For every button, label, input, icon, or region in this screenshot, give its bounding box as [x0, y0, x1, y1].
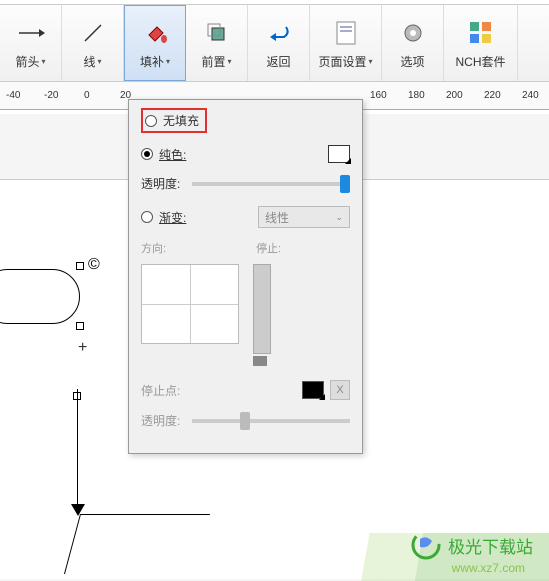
slider-thumb[interactable]: [240, 412, 250, 430]
chevron-down-icon: ▾: [369, 57, 373, 66]
stop-opacity-row: 透明度:: [141, 412, 350, 429]
gradient-type-combo[interactable]: 线性 ⌄: [258, 206, 350, 228]
opacity2-label: 透明度:: [141, 412, 180, 429]
chevron-down-icon: ▾: [98, 57, 102, 66]
dropdown-arrow-icon: [345, 158, 351, 164]
tool-label: 线: [83, 53, 95, 70]
fill-dropdown-panel: 无填充 纯色: 透明度: 渐变: 线性 ⌄ 方向: 停止: 停止点:: [128, 99, 363, 454]
line-tool-button[interactable]: 线▾: [62, 5, 124, 81]
tool-label: 前置: [201, 53, 225, 70]
plus-symbol: +: [78, 339, 87, 357]
slider-thumb[interactable]: [340, 175, 350, 193]
gradient-option[interactable]: 渐变: 线性 ⌄: [141, 206, 350, 228]
solid-label: 纯色:: [159, 146, 186, 163]
stop-point-row: 停止点: X: [141, 380, 350, 400]
gradient-direction-pad[interactable]: [141, 264, 239, 344]
rounded-rect-shape[interactable]: [0, 269, 80, 324]
stop-opacity-slider[interactable]: [192, 419, 350, 423]
direction-label: 方向:: [141, 240, 166, 256]
chevron-down-icon: ▾: [228, 57, 232, 66]
tool-label: 箭头: [15, 53, 39, 70]
stop-color-swatch[interactable]: [302, 381, 324, 399]
nch-suite-button[interactable]: NCH套件: [444, 5, 518, 81]
grid-icon: [468, 17, 494, 49]
delete-stop-button[interactable]: X: [330, 380, 350, 400]
radio-button[interactable]: [145, 115, 157, 127]
bring-front-icon: [204, 17, 230, 49]
gear-icon: [400, 17, 426, 49]
dropdown-arrow-icon: [319, 394, 325, 400]
radio-button[interactable]: [141, 148, 153, 160]
opacity-slider[interactable]: [192, 182, 350, 186]
chevron-down-icon: ▾: [42, 57, 46, 66]
return-icon: [266, 17, 292, 49]
opacity-label: 透明度:: [141, 175, 180, 192]
tool-label: 返回: [266, 53, 290, 70]
tool-label: 页面设置: [318, 53, 366, 70]
stop-point-label: 停止点:: [141, 382, 180, 399]
fill-tool-button[interactable]: 填补▾: [124, 5, 186, 81]
connector-line[interactable]: [77, 389, 78, 509]
solid-color-option[interactable]: 纯色:: [141, 145, 350, 163]
watermark-logo-icon: [410, 529, 442, 561]
arrow-tool-button[interactable]: 箭头▾: [0, 5, 62, 81]
opacity-row: 透明度:: [141, 175, 350, 192]
color-picker-swatch[interactable]: [328, 145, 350, 163]
highlight-annotation: 无填充: [141, 108, 207, 133]
no-fill-option[interactable]: 无填充: [141, 108, 350, 133]
main-toolbar: 箭头▾ 线▾ 填补▾ 前置▾ 返回 页面设置▾ 选项: [0, 4, 549, 82]
tool-label: NCH套件: [456, 53, 506, 70]
chevron-down-icon: ⌄: [335, 212, 343, 223]
watermark-url: www.xz7.com: [452, 561, 525, 575]
chevron-down-icon: ▾: [166, 57, 170, 66]
tool-label: 选项: [400, 53, 424, 70]
watermark-text: 极光下载站: [448, 533, 533, 558]
resize-handle[interactable]: [76, 262, 84, 270]
watermark: 极光下载站: [410, 529, 533, 561]
front-tool-button[interactable]: 前置▾: [186, 5, 248, 81]
stop-label: 停止:: [256, 240, 281, 256]
parallelogram-shape[interactable]: [64, 514, 210, 574]
no-fill-label: 无填充: [163, 112, 199, 129]
tool-label: 填补: [140, 53, 164, 70]
options-button[interactable]: 选项: [382, 5, 444, 81]
arrow-icon: [17, 17, 45, 49]
line-icon: [81, 17, 105, 49]
stop-marker[interactable]: [253, 356, 267, 366]
copyright-symbol: ©: [88, 256, 100, 274]
gradient-stop-bar[interactable]: [253, 264, 271, 366]
radio-button[interactable]: [141, 211, 153, 223]
paint-bucket-icon: [141, 17, 169, 49]
resize-handle[interactable]: [76, 322, 84, 330]
back-tool-button[interactable]: 返回: [248, 5, 310, 81]
page-icon: [335, 17, 357, 49]
gradient-label: 渐变:: [159, 209, 186, 226]
page-setup-button[interactable]: 页面设置▾: [310, 5, 382, 81]
